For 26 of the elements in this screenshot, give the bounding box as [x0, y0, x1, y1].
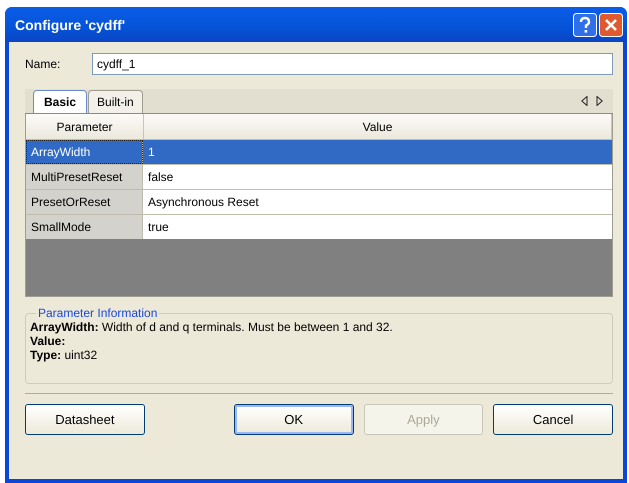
value-cell[interactable]: Asynchronous Reset	[143, 190, 612, 214]
close-icon[interactable]	[599, 12, 623, 36]
column-header: Parameter	[26, 114, 144, 139]
info-text: ArrayWidth: Width of d and q terminals. Must be between 1 and 32.	[30, 320, 394, 334]
parameter-cell[interactable]: MultiPresetReset	[26, 165, 143, 189]
scroll-right-icon[interactable]	[596, 96, 603, 106]
info-text: Value:	[30, 334, 66, 348]
group-title: Parameter Information	[37, 306, 158, 320]
value-cell[interactable]: false	[143, 165, 612, 189]
tab[interactable]: Basic	[33, 90, 88, 113]
window-title: Configure 'cydff'	[15, 16, 126, 32]
value-cell[interactable]: true	[143, 215, 612, 239]
dialog-button[interactable]: Datasheet	[25, 404, 145, 435]
tab[interactable]: Built-in	[88, 90, 143, 113]
info-text: Type: uint32	[30, 348, 98, 362]
parameter-cell[interactable]: SmallMode	[26, 215, 143, 239]
value-cell[interactable]: 1	[143, 140, 612, 164]
parameter-cell[interactable]: PresetOrReset	[26, 190, 143, 214]
dialog-button[interactable]: OK	[234, 404, 354, 435]
name-label: Name:	[25, 57, 62, 71]
column-header: Value	[144, 114, 612, 139]
scroll-left-icon[interactable]	[581, 96, 588, 106]
name-field[interactable]: cydff_1	[92, 53, 613, 75]
dialog-button[interactable]: Cancel	[493, 404, 613, 435]
parameter-cell[interactable]: ArrayWidth	[26, 140, 143, 164]
help-icon[interactable]	[573, 12, 597, 36]
